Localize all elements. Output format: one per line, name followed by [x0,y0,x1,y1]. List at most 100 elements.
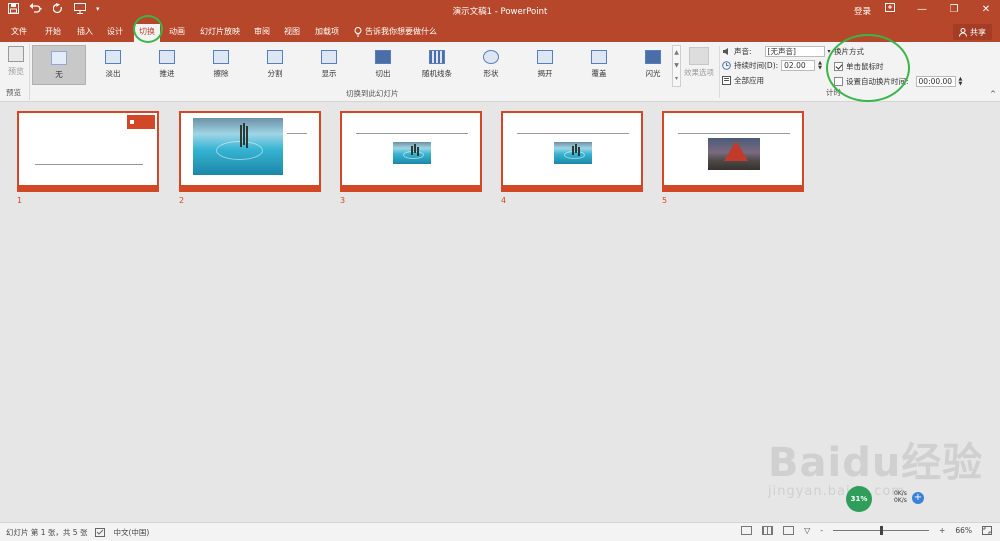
tab-home[interactable]: 开始 [45,26,61,37]
tab-review[interactable]: 审阅 [254,26,270,37]
apply-all-button[interactable]: 全部应用 [734,75,764,86]
slide-number: 1 [17,196,23,205]
transition-fade[interactable]: 淡出 [86,45,140,85]
sound-select[interactable]: [无声音] [764,46,825,57]
title-placeholder-line [35,164,143,165]
auto-advance-input[interactable]: 00:00.00 [915,76,956,87]
slide-thumbnail[interactable]: 5 [662,111,804,205]
auto-advance-spinner-icon[interactable]: ▲ ▼ [959,76,963,87]
random-bars-icon [429,50,445,64]
transition-cover[interactable]: 覆盖 [572,45,626,85]
sound-label: 声音: [734,47,752,56]
normal-view-icon[interactable] [741,526,753,535]
ribbon-display-options-icon[interactable] [882,2,898,18]
transition-random-bars[interactable]: 随机线条 [410,45,464,85]
apply-all-icon [722,76,731,85]
shape-icon [483,50,499,64]
scroll-up-icon[interactable]: ▲ [673,46,680,59]
slide-number: 4 [501,196,507,205]
transition-wipe-label: 擦除 [213,69,229,78]
split-icon [267,50,283,64]
speed-badge[interactable]: 31% [846,486,872,512]
gallery-more-icon[interactable]: ▾ [673,72,680,85]
slide-thumbnail[interactable]: 2 [179,111,321,205]
tab-slideshow[interactable]: 幻灯片放映 [200,26,240,37]
transition-push[interactable]: 推进 [140,45,194,85]
gallery-scroll[interactable]: ▲ ▼ ▾ [672,45,681,87]
transition-group-label: 切换到此幻灯片 [346,89,399,98]
close-icon[interactable]: ✕ [978,2,994,18]
zoom-level[interactable]: 66% [955,526,972,535]
tab-design[interactable]: 设计 [107,26,123,37]
slide-thumbnail[interactable]: 4 [501,111,643,205]
preview-button[interactable]: 预览 [5,46,27,77]
zoom-in-button[interactable]: + [939,526,945,535]
wipe-icon [213,50,229,64]
tell-me-box[interactable]: 告诉我你想要做什么 [354,26,437,37]
slide-footer-bar [181,185,319,190]
slide-footer-bar [342,185,480,190]
effect-options-icon [689,47,709,65]
login-link[interactable]: 登录 [854,5,871,17]
transition-shape[interactable]: 形状 [464,45,518,85]
cut-icon [375,50,391,64]
zoom-slider[interactable] [833,526,930,535]
tab-addins[interactable]: 加载项 [315,26,339,37]
tell-me-text: 告诉我你想要做什么 [365,27,437,36]
transition-cut[interactable]: 切出 [356,45,410,85]
transition-cover-label: 覆盖 [591,69,607,78]
duration-label: 持续时间(D): [734,61,779,70]
scroll-down-icon[interactable]: ▼ [673,59,680,72]
transition-gallery: 无 淡出 推进 擦除 分割 显示 切出 随机线条 形状 揭开 覆盖 闪光 [32,45,672,87]
preview-group-label: 预览 [6,88,21,97]
tab-animations[interactable]: 动画 [169,26,185,37]
slide-sorter-view-icon[interactable] [762,526,774,535]
tab-view[interactable]: 视图 [284,26,300,37]
slideshow-view-icon[interactable]: ▽ [804,526,810,535]
transition-split[interactable]: 分割 [248,45,302,85]
preview-label: 预览 [8,67,24,76]
transition-none[interactable]: 无 [32,45,86,85]
baidu-watermark: Baidu经验 jingyan.baidu.com [768,430,983,499]
collapse-ribbon-icon[interactable]: ^ [990,90,996,98]
uncover-icon [537,50,553,64]
slide-number: 5 [662,196,668,205]
transition-reveal[interactable]: 显示 [302,45,356,85]
transition-split-label: 分割 [267,69,283,78]
title-placeholder-line [517,133,629,134]
slide-thumbnail[interactable]: 3 [340,111,482,205]
zoom-out-button[interactable]: - [820,526,823,535]
rock-image [708,138,760,170]
push-icon [159,50,175,64]
tab-insert[interactable]: 插入 [77,26,93,37]
restore-icon[interactable]: ❐ [946,2,962,18]
clock-icon [722,61,731,70]
annotation-circle [133,15,163,43]
minimize-icon[interactable]: — [914,2,930,18]
transition-uncover[interactable]: 揭开 [518,45,572,85]
spell-check-icon[interactable] [95,528,106,537]
fit-slide-icon[interactable] [982,526,992,535]
transition-wipe[interactable]: 擦除 [194,45,248,85]
pool-image [393,142,431,164]
duration-spinner-icon[interactable]: ▲ ▼ [818,60,822,71]
watermark-main: Baidu经验 [768,440,984,486]
speaker-icon [723,48,728,55]
effect-options-button[interactable]: 效果选项 [682,45,716,90]
reading-view-icon[interactable] [783,526,795,535]
title-placeholder-line [356,133,468,134]
share-button[interactable]: 共享 [953,24,992,40]
transition-push-label: 推进 [159,69,175,78]
slide-footer-bar [19,185,157,190]
tab-file[interactable]: 文件 [11,26,27,37]
zoom-slider-thumb[interactable] [880,526,884,535]
language-status[interactable]: 中文(中国) [113,527,149,538]
duration-input[interactable]: 02.00 [781,60,816,71]
person-icon [959,27,967,37]
plus-icon[interactable]: + [912,492,924,504]
logo-image [127,115,155,129]
title-placeholder-line [678,133,790,134]
slide-number: 2 [179,196,185,205]
transition-none-icon [51,51,67,65]
slide-thumbnail[interactable]: 1 [17,111,159,205]
